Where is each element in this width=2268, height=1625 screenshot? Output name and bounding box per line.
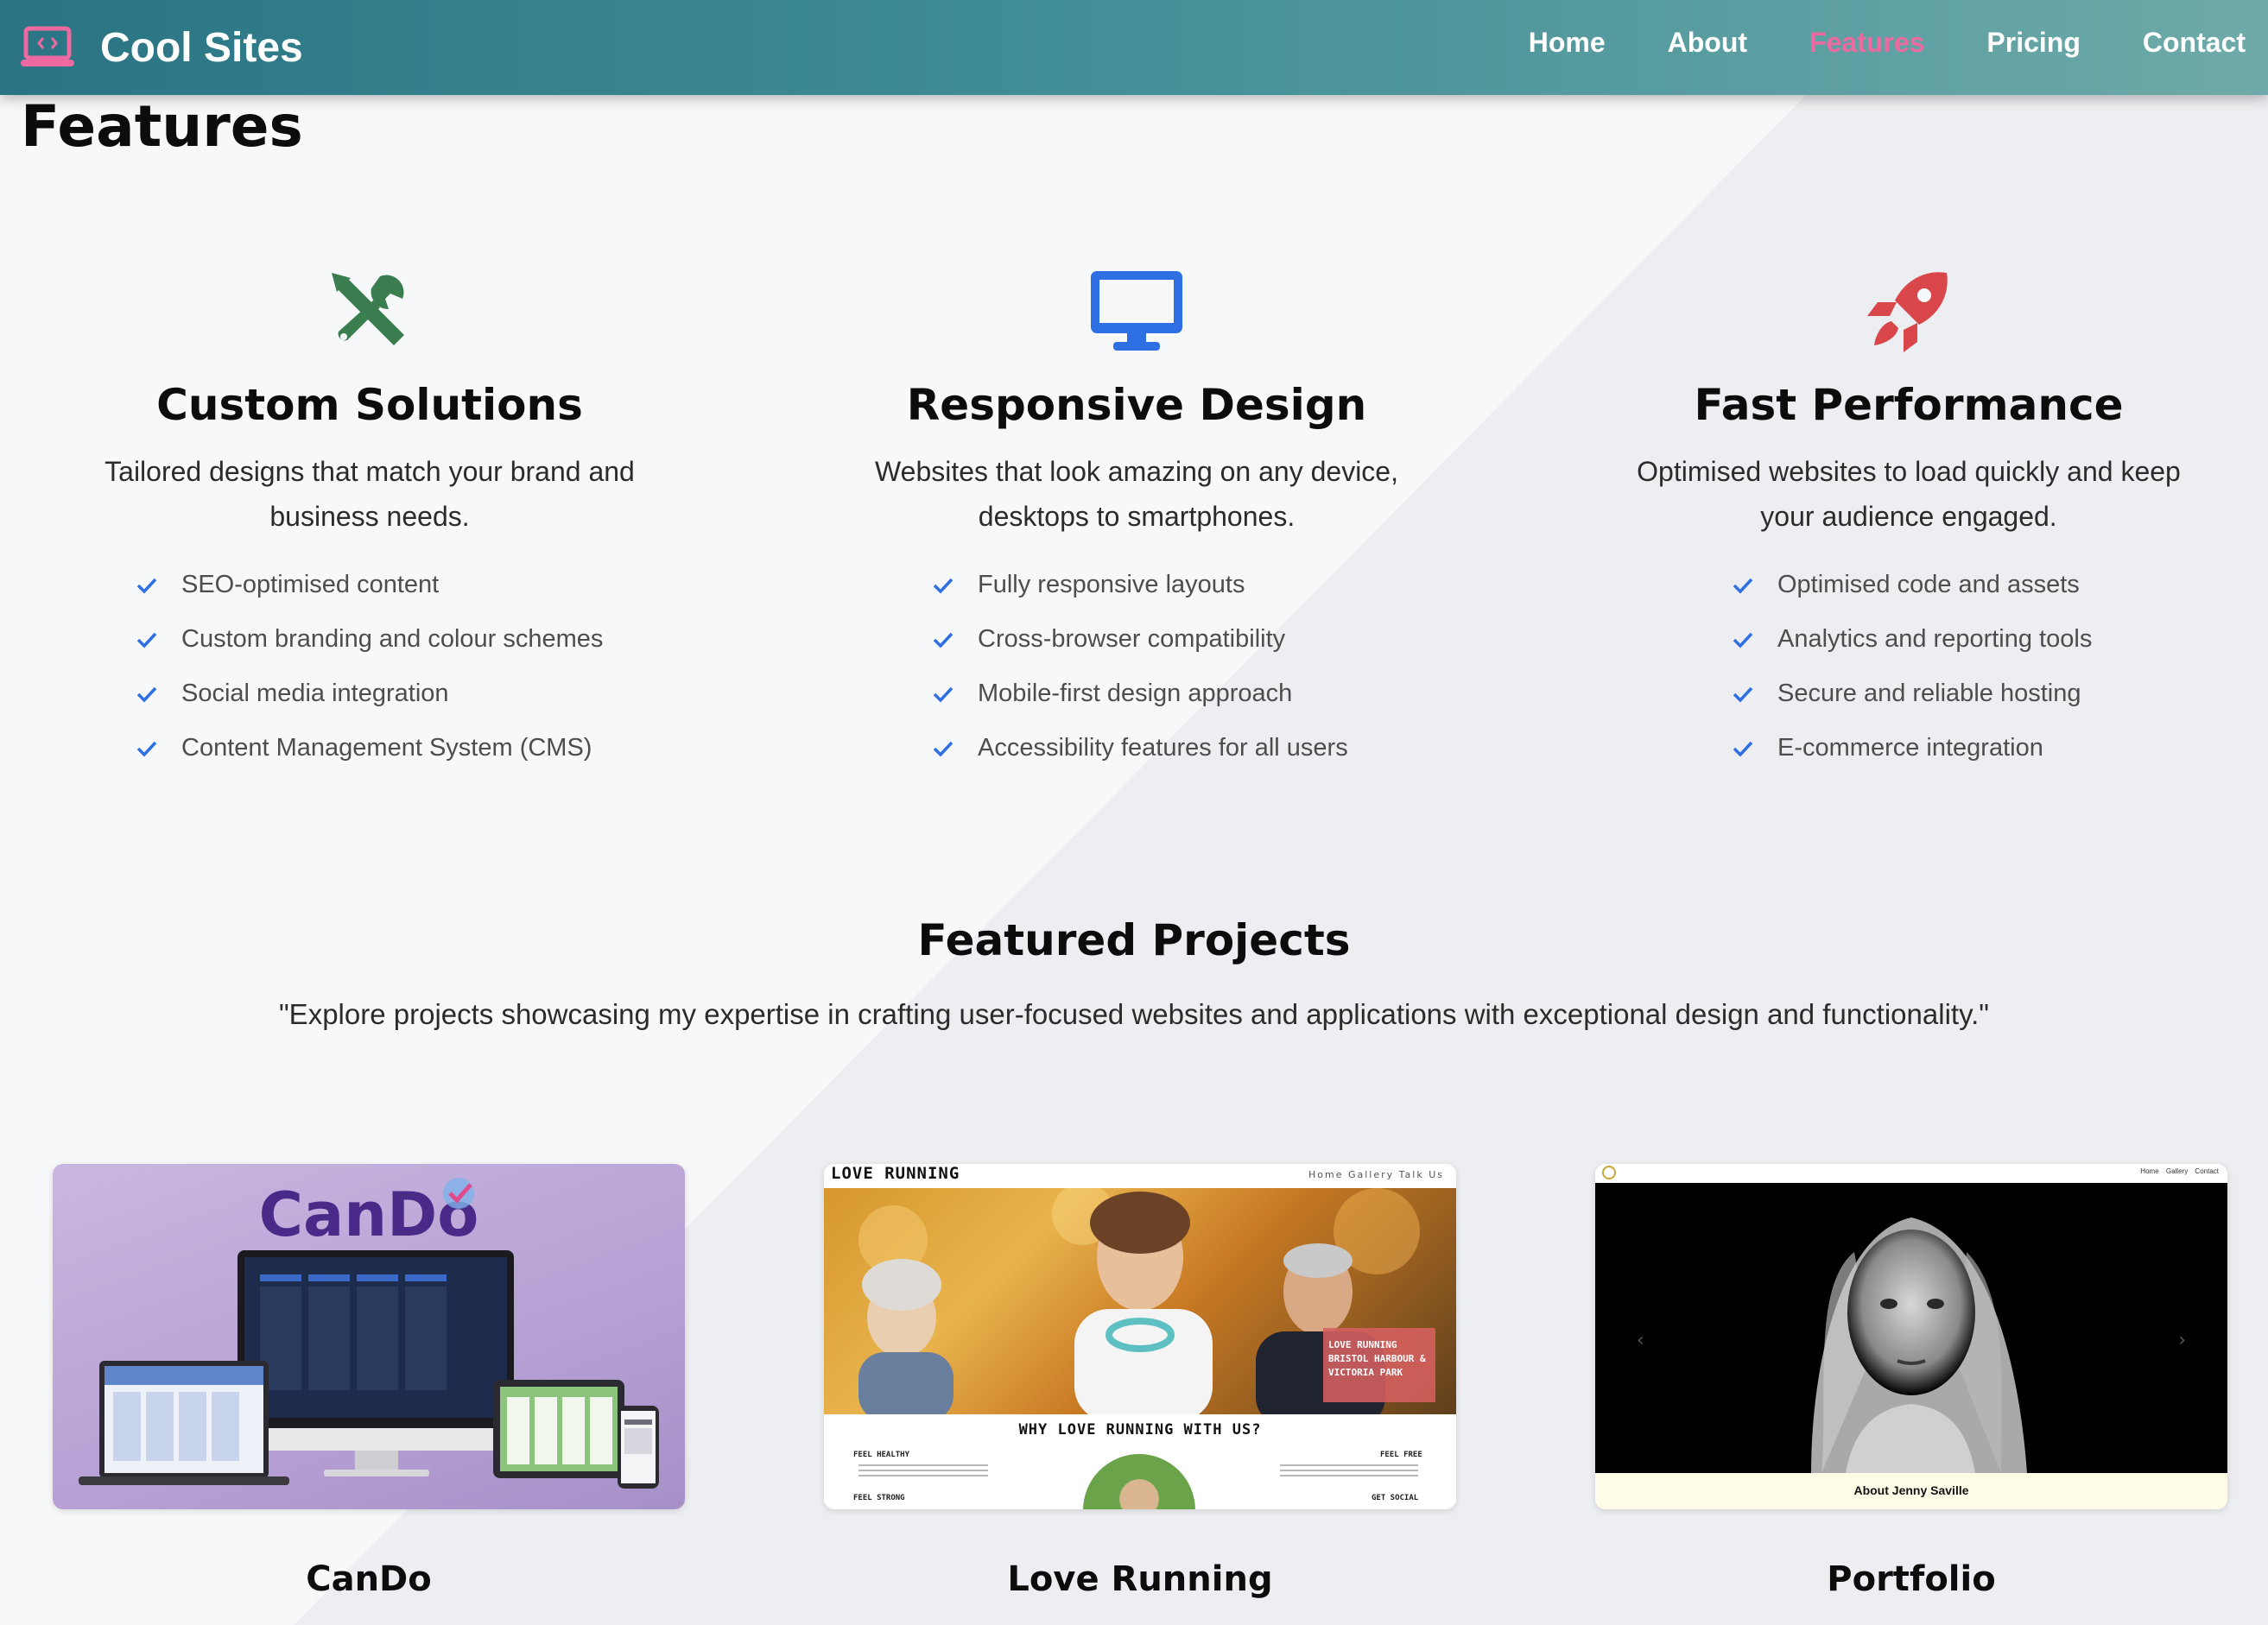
project-name-love-running[interactable]: Love Running	[824, 1559, 1456, 1599]
list-item-label: SEO-optimised content	[181, 571, 440, 598]
runner-portrait	[1083, 1454, 1195, 1509]
check-icon	[933, 578, 953, 594]
list-item-label: Content Management System (CMS)	[181, 734, 592, 762]
rocket-icon	[1867, 272, 1948, 352]
list-item: Secure and reliable hosting	[1733, 667, 2228, 721]
portfolio-caption: About Jenny Saville	[1853, 1483, 1969, 1497]
check-icon	[933, 632, 953, 648]
love-running-brand: LOVE RUNNING	[831, 1164, 960, 1183]
list-item: Analytics and reporting tools	[1733, 612, 2228, 667]
list-item-label: Custom branding and colour schemes	[181, 625, 604, 653]
list-item: E-commerce integration	[1733, 721, 2228, 775]
check-icon	[136, 741, 157, 757]
feel-healthy-label: FEEL HEALTHY	[853, 1451, 910, 1459]
cando-devices-image	[79, 1178, 659, 1489]
featured-projects-subtitle: "Explore projects showcasing my expertis…	[278, 998, 1990, 1030]
feature-list: SEO-optimised content Custom branding an…	[50, 558, 689, 775]
feature-list: Optimised code and assets Analytics and …	[1589, 558, 2228, 775]
badge-line: VICTORIA PARK	[1328, 1367, 1403, 1378]
feature-description: Tailored designs that match your brand a…	[105, 456, 635, 532]
nav-contact[interactable]: Contact	[2143, 27, 2246, 59]
feature-list: Fully responsive layouts Cross-browser c…	[817, 558, 1456, 775]
feature-title: Responsive Design	[906, 380, 1367, 430]
portfolio-nav: Home Gallery Contact	[2140, 1167, 2219, 1175]
feature-title: Custom Solutions	[156, 380, 583, 430]
list-item: Accessibility features for all users	[933, 721, 1456, 775]
love-running-badge: LOVE RUNNING BRISTOL HARBOUR & VICTORIA …	[1323, 1328, 1435, 1402]
feature-description: Optimised websites to load quickly and k…	[1637, 456, 2181, 532]
nav-home[interactable]: Home	[1529, 27, 1606, 59]
portrait-image	[1811, 1217, 2027, 1473]
check-icon	[933, 686, 953, 703]
list-item: Custom branding and colour schemes	[136, 612, 689, 667]
love-running-heading: WHY LOVE RUNNING WITH US?	[1018, 1421, 1262, 1438]
check-icon	[1733, 686, 1753, 703]
feature-description: Websites that look amazing on any device…	[875, 456, 1398, 532]
tools-icon	[332, 273, 404, 345]
brand-name: Cool Sites	[100, 24, 303, 71]
nav-about[interactable]: About	[1668, 27, 1747, 59]
check-icon	[933, 741, 953, 757]
text-lines	[858, 1461, 988, 1487]
project-card-love-running[interactable]: LOVE RUNNING Home Gallery Talk Us LOVE R…	[824, 1164, 1456, 1509]
list-item-label: Optimised code and assets	[1777, 571, 2080, 598]
portfolio-logo	[1602, 1166, 1616, 1179]
list-item: Social media integration	[136, 667, 689, 721]
list-item: Cross-browser compatibility	[933, 612, 1456, 667]
love-running-topbar: LOVE RUNNING Home Gallery Talk Us	[824, 1164, 1456, 1188]
check-icon	[1733, 578, 1753, 594]
list-item: Content Management System (CMS)	[136, 721, 689, 775]
nav-pricing[interactable]: Pricing	[1986, 27, 2080, 59]
check-icon	[136, 632, 157, 648]
list-item-label: Accessibility features for all users	[978, 734, 1348, 762]
check-icon	[136, 686, 157, 703]
carousel-next-icon[interactable]: ›	[2178, 1330, 2186, 1351]
love-running-nav: Home Gallery Talk Us	[1308, 1169, 1444, 1180]
list-item-label: Social media integration	[181, 680, 449, 707]
list-item: Optimised code and assets	[1733, 558, 2228, 612]
list-item-label: Cross-browser compatibility	[978, 625, 1286, 653]
portfolio-topbar: Home Gallery Contact	[1595, 1164, 2227, 1183]
list-item-label: Mobile-first design approach	[978, 680, 1293, 707]
list-item-label: Fully responsive layouts	[978, 571, 1245, 598]
project-card-cando[interactable]: CanDo	[53, 1164, 685, 1509]
check-icon	[1733, 632, 1753, 648]
feel-free-label: FEEL FREE	[1380, 1451, 1422, 1459]
laptop-code-icon	[21, 26, 74, 66]
carousel-prev-icon[interactable]: ‹	[1637, 1330, 1644, 1351]
navbar: Cool Sites Home About Features Pricing C…	[0, 0, 2268, 95]
featured-projects-title: Featured Projects	[917, 915, 1351, 965]
list-item: Mobile-first design approach	[933, 667, 1456, 721]
check-icon	[136, 578, 157, 594]
desktop-icon	[1091, 271, 1182, 351]
feature-title: Fast Performance	[1694, 380, 2124, 430]
brand-link[interactable]: Cool Sites	[21, 16, 303, 79]
feature-custom-solutions: Custom Solutions Tailored designs that m…	[50, 268, 689, 775]
list-item-label: Analytics and reporting tools	[1777, 625, 2093, 653]
list-item-label: Secure and reliable hosting	[1777, 680, 2081, 707]
list-item-label: E-commerce integration	[1777, 734, 2043, 762]
nav-features[interactable]: Features	[1809, 27, 1924, 59]
portfolio-portrait-image: ‹ ›	[1595, 1183, 2227, 1473]
get-social-label: GET SOCIAL	[1372, 1494, 1419, 1502]
project-card-portfolio[interactable]: Home Gallery Contact ‹ › About Jenny Sav…	[1595, 1164, 2227, 1509]
feel-strong-label: FEEL STRONG	[853, 1494, 905, 1502]
feature-responsive-design: Responsive Design Websites that look ama…	[817, 268, 1456, 775]
project-name-portfolio[interactable]: Portfolio	[1595, 1559, 2227, 1599]
badge-line: BRISTOL HARBOUR &	[1328, 1353, 1426, 1364]
feature-fast-performance: Fast Performance Optimised websites to l…	[1589, 268, 2228, 775]
badge-line: LOVE RUNNING	[1328, 1339, 1397, 1350]
check-icon	[1733, 741, 1753, 757]
text-lines	[1280, 1461, 1418, 1487]
list-item: Fully responsive layouts	[933, 558, 1456, 612]
main-nav: Home About Features Pricing Contact	[1529, 0, 2246, 85]
project-name-cando[interactable]: CanDo	[53, 1559, 685, 1599]
list-item: SEO-optimised content	[136, 558, 689, 612]
page-title: Features	[21, 93, 303, 160]
